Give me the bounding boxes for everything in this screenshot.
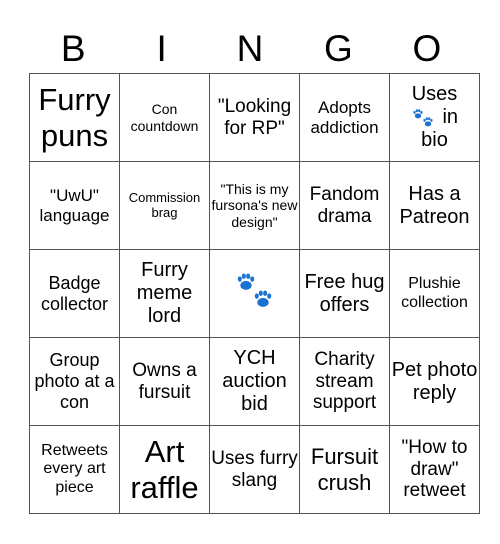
bingo-cell[interactable]: "This is my fursona's new design" (209, 161, 300, 250)
bingo-cell[interactable]: YCH auction bid (209, 337, 300, 426)
bingo-header: B I N G O (29, 26, 471, 72)
header-letter-o: O (412, 28, 442, 69)
bingo-cell[interactable]: "Looking for RP" (209, 73, 300, 162)
bingo-cell[interactable]: Group photo at a con (29, 337, 120, 426)
bingo-cell[interactable]: "How to draw" retweet (389, 425, 480, 514)
bingo-cell[interactable]: Furry meme lord (119, 249, 210, 338)
bingo-cell[interactable]: Retweets every art piece (29, 425, 120, 514)
bingo-cell[interactable]: Plushie collection (389, 249, 480, 338)
bingo-row: Group photo at a con Owns a fursuit YCH … (29, 337, 480, 426)
cell-text: bio (421, 129, 448, 151)
bingo-row: Retweets every art piece Art raffle Uses… (29, 425, 480, 514)
header-letter-g: G (324, 28, 353, 69)
paw-prints-icon (237, 273, 271, 307)
bingo-cell[interactable]: Uses furry slang (209, 425, 300, 514)
header-letter-i: I (156, 28, 167, 69)
bingo-cell[interactable]: Free hug offers (299, 249, 390, 338)
header-letter-n: N (236, 28, 264, 69)
bingo-row: Furry puns Con countdown "Looking for RP… (29, 73, 480, 162)
free-space[interactable] (209, 249, 300, 338)
header-letter-b: B (60, 28, 86, 69)
bingo-cell[interactable]: Badge collector (29, 249, 120, 338)
bingo-cell[interactable]: Fursuit crush (299, 425, 390, 514)
cell-text: Uses (411, 83, 458, 105)
bingo-cell[interactable]: Art raffle (119, 425, 210, 514)
bingo-cell[interactable]: Has a Patreon (389, 161, 480, 250)
bingo-cell[interactable]: "UwU" language (29, 161, 120, 250)
bingo-cell[interactable]: Fandom drama (299, 161, 390, 250)
bingo-row: "UwU" language Commission brag "This is … (29, 161, 480, 250)
bingo-row: Badge collector Furry meme lord Free hug… (29, 249, 480, 338)
bingo-cell[interactable]: Adopts addiction (299, 73, 390, 162)
bingo-cell[interactable]: Pet photo reply (389, 337, 480, 426)
bingo-cell[interactable]: Con countdown (119, 73, 210, 162)
bingo-cell[interactable]: Uses in bio (389, 73, 480, 162)
bingo-cell[interactable]: Owns a fursuit (119, 337, 210, 426)
bingo-card: Furry puns Con countdown "Looking for RP… (29, 73, 480, 514)
cell-text: in (442, 106, 459, 128)
bingo-cell[interactable]: Charity stream support (299, 337, 390, 426)
bingo-cell[interactable]: Commission brag (119, 161, 210, 250)
bingo-cell[interactable]: Furry puns (29, 73, 120, 162)
paw-prints-icon (413, 108, 433, 127)
